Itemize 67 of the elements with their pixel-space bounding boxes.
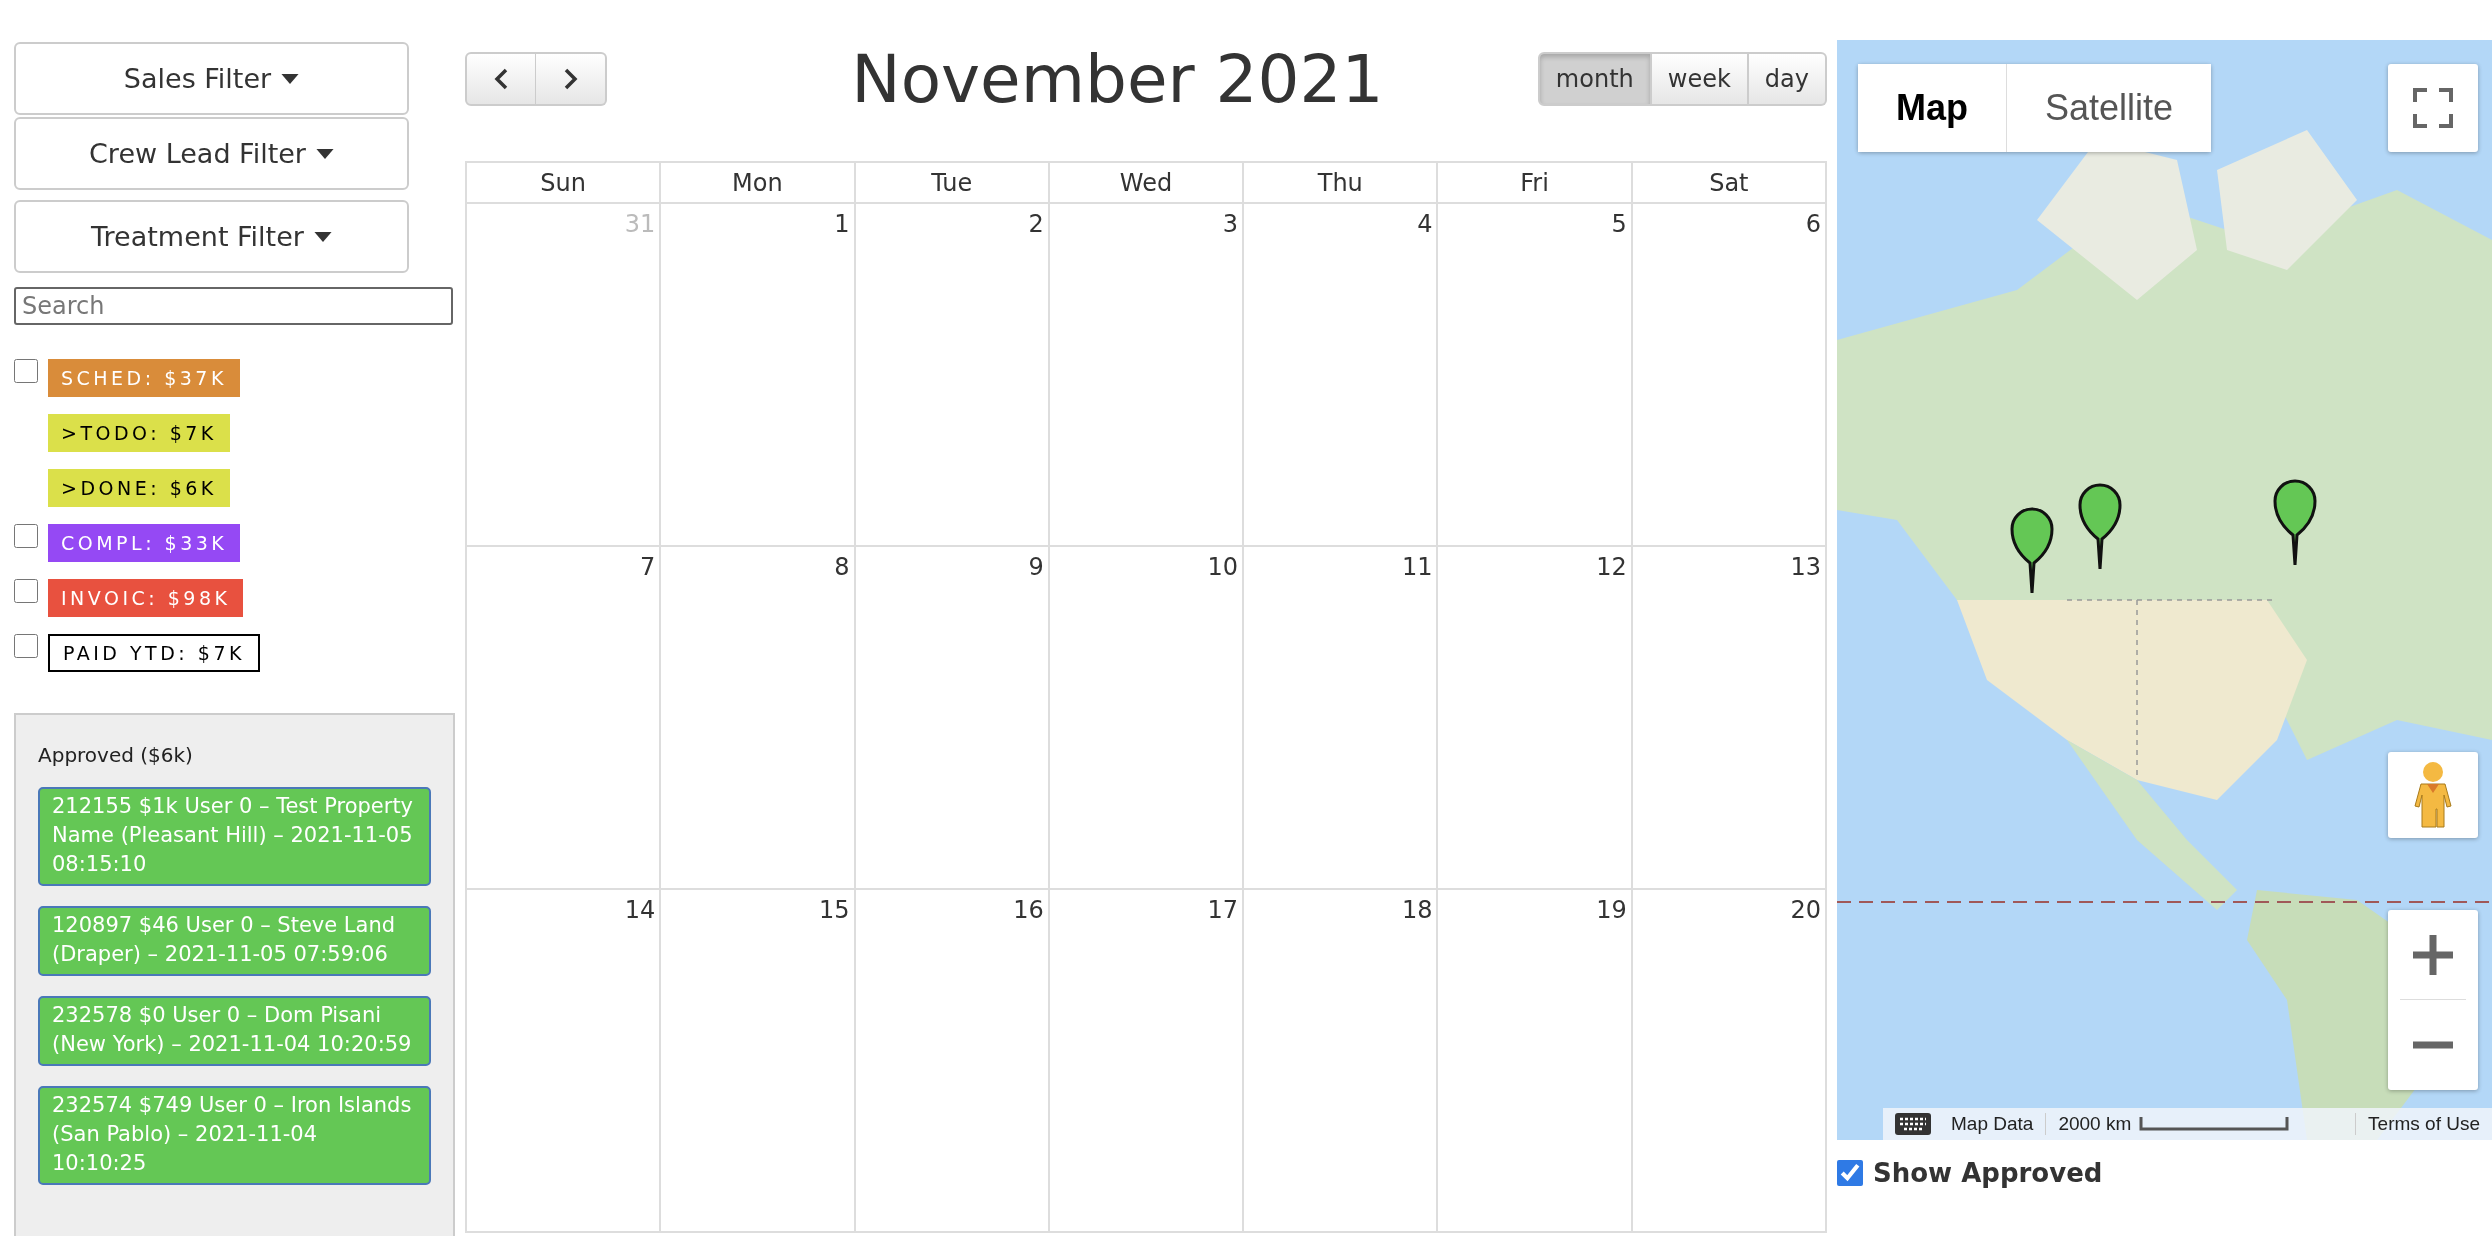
- day-number: 8: [834, 553, 850, 581]
- day-number: 5: [1611, 210, 1627, 238]
- map-data-link[interactable]: Map Data: [1939, 1113, 2046, 1135]
- caret-icon: [315, 148, 334, 159]
- day-number: 16: [1013, 896, 1044, 924]
- fullscreen-button[interactable]: [2388, 64, 2478, 152]
- next-button[interactable]: [536, 52, 607, 106]
- weekday-header: Mon: [732, 168, 783, 197]
- weekday-header: Wed: [1119, 168, 1173, 197]
- total-tag: PAID YTD: $7K: [48, 634, 260, 672]
- terms-link[interactable]: Terms of Use: [2356, 1113, 2492, 1135]
- day-number: 9: [1028, 553, 1044, 581]
- checkbox-label: Show Approved: [1873, 1158, 2103, 1188]
- weekday-header: Fri: [1520, 168, 1549, 197]
- chevron-left-icon: [493, 67, 509, 91]
- day-number: 3: [1222, 210, 1239, 238]
- day-number: 10: [1207, 553, 1239, 581]
- panel-title: Approved ($6k): [38, 743, 194, 767]
- day-number: 2: [1028, 210, 1044, 238]
- day-number: 20: [1790, 896, 1821, 924]
- filter-checkbox[interactable]: [14, 524, 38, 548]
- filter-checkbox[interactable]: [14, 634, 38, 658]
- day-number: 31: [624, 210, 656, 238]
- filter-checkbox[interactable]: [14, 579, 38, 603]
- day-number: 17: [1207, 896, 1239, 924]
- chevron-right-icon: [562, 67, 579, 91]
- status-tag: >DONE: $6K: [48, 469, 230, 507]
- weekday-header: Sat: [1709, 168, 1749, 197]
- caret-icon: [313, 231, 332, 242]
- day-number: 14: [624, 896, 656, 924]
- weekday-header: Sun: [540, 168, 586, 197]
- plus-icon: [2413, 934, 2453, 975]
- minus-icon: [2413, 1040, 2453, 1049]
- show-approved-checkbox[interactable]: [1837, 1160, 1863, 1186]
- day-number: 4: [1417, 210, 1433, 238]
- caret-icon: [281, 73, 300, 84]
- map-type-tab[interactable]: Map: [1858, 64, 2006, 152]
- filter-dropdown[interactable]: Sales Filter: [14, 42, 409, 115]
- status-tag: SCHED: $37K: [48, 359, 240, 397]
- day-number: 19: [1596, 896, 1627, 924]
- day-number: 15: [819, 896, 850, 924]
- filter-dropdown[interactable]: Crew Lead Filter: [14, 117, 409, 190]
- scale-label: 2000 km: [2058, 1113, 2132, 1135]
- day-number: 13: [1790, 553, 1821, 581]
- day-number: 7: [640, 553, 656, 581]
- person-icon: [2413, 761, 2453, 829]
- fullscreen-icon: [2413, 88, 2453, 128]
- status-tag: >TODO: $7K: [48, 414, 230, 452]
- view-tab[interactable]: week: [1651, 52, 1749, 106]
- day-number: 11: [1401, 553, 1433, 581]
- weekday-header: Tue: [931, 168, 973, 197]
- view-tab[interactable]: month: [1537, 52, 1652, 106]
- status-tag: INVOIC: $98K: [48, 579, 244, 617]
- calendar-title: November 2021: [851, 40, 1384, 118]
- day-number: 6: [1805, 210, 1821, 238]
- weekday-header: Thu: [1317, 168, 1363, 197]
- filter-dropdown[interactable]: Treatment Filter: [14, 200, 409, 273]
- day-number: 1: [834, 210, 850, 238]
- filter-checkbox[interactable]: [14, 359, 38, 383]
- day-number: 18: [1401, 896, 1433, 924]
- map-type-tab[interactable]: Satellite: [2006, 64, 2212, 152]
- previous-button[interactable]: [465, 52, 536, 106]
- status-tag: COMPL: $33K: [48, 524, 241, 562]
- street-view-button[interactable]: [2388, 752, 2478, 838]
- day-number: 12: [1596, 553, 1627, 581]
- search-field[interactable]: Search: [14, 287, 453, 325]
- view-tab[interactable]: day: [1748, 52, 1827, 106]
